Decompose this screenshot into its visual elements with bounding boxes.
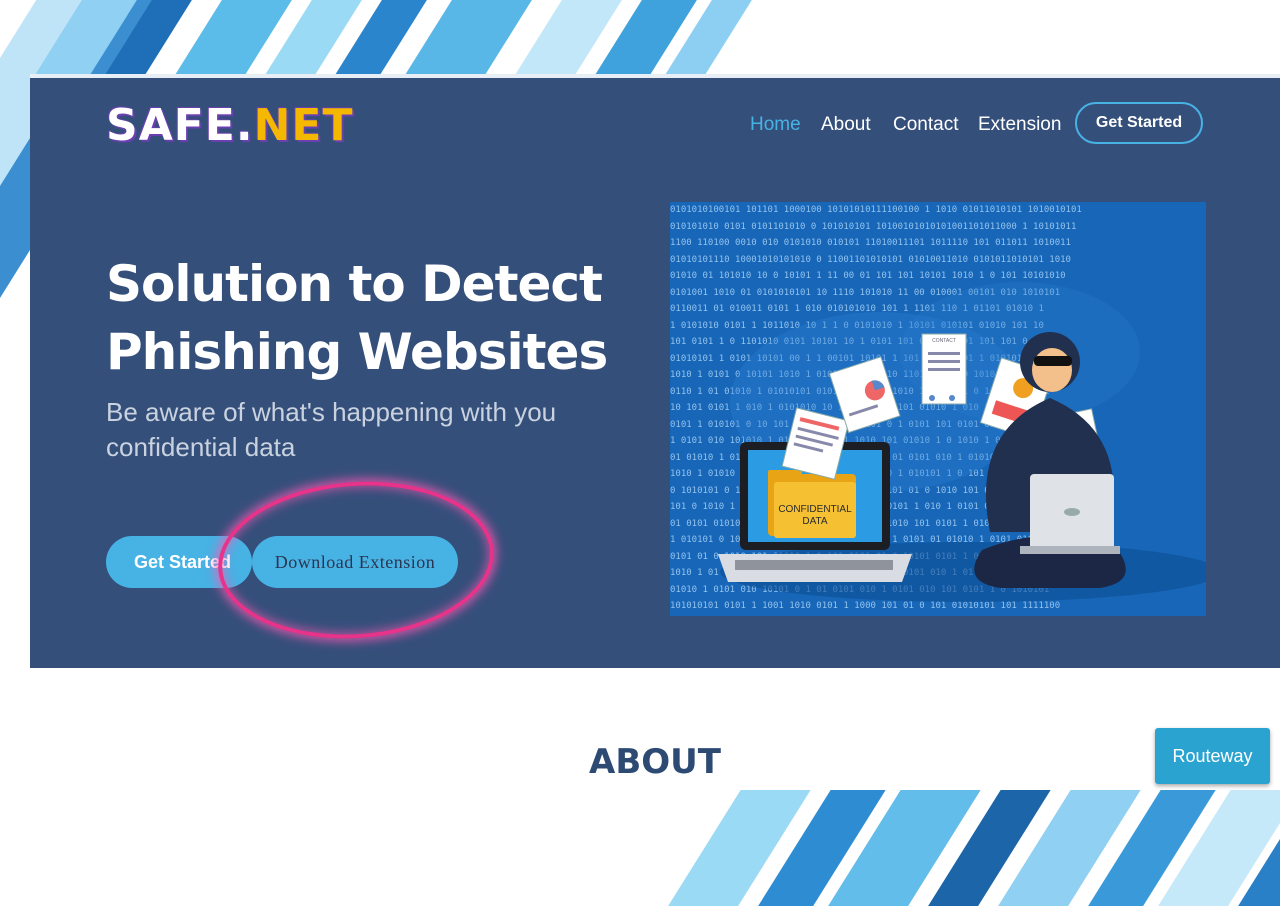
brand-logo-part1: SAFE. [106,100,254,151]
nav-extension[interactable]: Extension [978,114,1061,136]
phishing-scene-svg [718,282,1206,602]
folder-label-line2: DATA [802,516,828,527]
hero-illustration: 0101010100101 101101 1000100 10101010111… [670,202,1206,616]
folder-label-line1: CONFIDENTIAL [778,504,852,515]
nav-contact[interactable]: Contact [893,114,958,136]
brand-logo-part2: NET [253,100,354,151]
hero-subtitle-line2: confidential data [106,432,296,462]
download-extension-button[interactable]: Download Extension [252,536,458,588]
get-started-button[interactable]: Get Started [106,536,252,588]
hero-subtitle-line1: Be aware of what's happening with you [106,397,557,427]
brand-logo[interactable]: SAFE.NET [106,100,353,151]
nav-home[interactable]: Home [750,114,801,136]
folder-label: CONFIDENTIAL DATA [774,504,856,528]
routeway-button[interactable]: Routeway [1155,728,1270,784]
about-section-title: ABOUT [589,742,721,782]
hero-headline: Solution to Detect Phishing Websites [106,250,626,386]
nav-get-started-button[interactable]: Get Started [1075,102,1203,144]
contact-doc-label: CONTACT [932,338,956,344]
hero-headline-line1: Solution to Detect [106,255,603,313]
hero-subtitle: Be aware of what's happening with you co… [106,395,566,465]
nav-about[interactable]: About [821,114,871,136]
hero-headline-line2: Phishing Websites [106,323,608,381]
